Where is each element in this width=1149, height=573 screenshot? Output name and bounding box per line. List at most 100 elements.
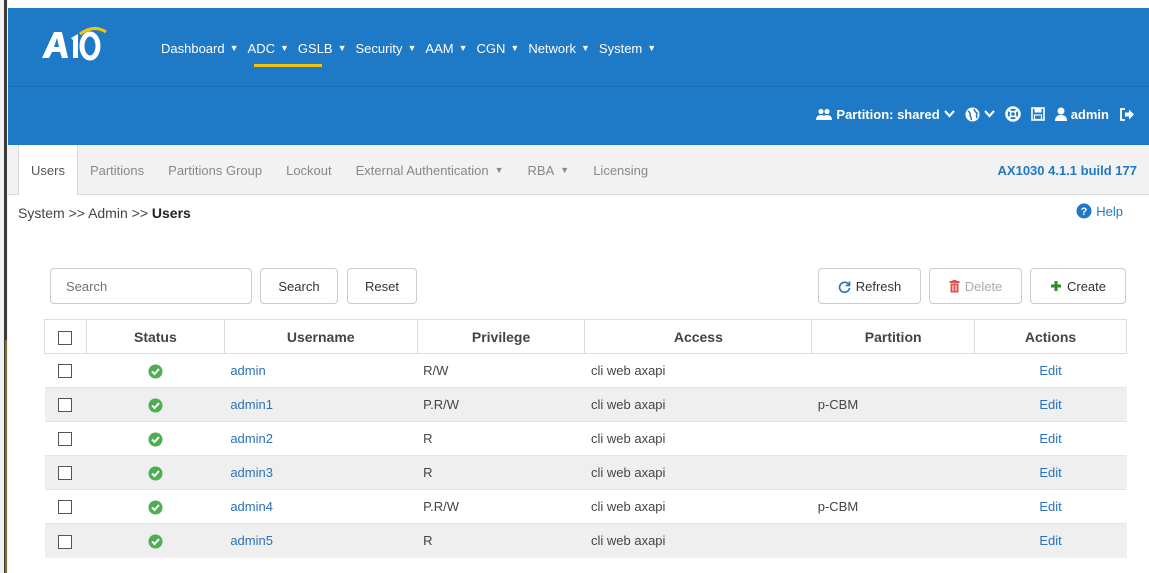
- breadcrumb-current: Users: [151, 205, 191, 221]
- privilege-cell: R: [417, 455, 585, 490]
- partition-selector[interactable]: Partition: shared: [816, 107, 955, 122]
- edit-link[interactable]: Edit: [1039, 533, 1061, 548]
- access-cell: cli web axapi: [584, 523, 812, 558]
- breadcrumb-separator: >>: [131, 205, 148, 221]
- logout-button[interactable]: [1119, 107, 1135, 121]
- actions-cell: Edit: [974, 455, 1127, 490]
- username-cell: admin1: [224, 387, 418, 422]
- row-checkbox[interactable]: [58, 398, 73, 413]
- status-cell: [86, 421, 225, 456]
- reset-button[interactable]: Reset: [347, 268, 417, 304]
- row-select-cell: [44, 353, 87, 388]
- nav-item-label: CGN: [476, 40, 506, 56]
- save-config-button[interactable]: [1030, 107, 1045, 121]
- privilege-cell: R/W: [417, 353, 585, 388]
- caret-down-icon: ▼: [458, 43, 468, 53]
- globe-icon: [965, 107, 980, 121]
- tab-label: RBA: [527, 162, 555, 178]
- caret-down-icon: ▼: [560, 165, 570, 175]
- edit-link[interactable]: Edit: [1039, 465, 1061, 480]
- tab-rba[interactable]: RBA ▼: [516, 145, 582, 195]
- privilege-cell: P.R/W: [417, 387, 585, 422]
- nav-item-security[interactable]: Security ▼: [356, 38, 426, 58]
- row-select-cell: [44, 421, 87, 456]
- delete-button[interactable]: Delete: [929, 268, 1022, 304]
- username-cell: admin: [224, 353, 418, 388]
- create-button[interactable]: Create: [1030, 268, 1126, 304]
- username-label: admin: [1070, 106, 1109, 122]
- access-cell: cli web axapi: [584, 455, 812, 490]
- a10-logo[interactable]: [38, 26, 108, 62]
- nav-item-adc[interactable]: ADC ▼: [248, 38, 298, 58]
- select-all-checkbox[interactable]: [58, 330, 73, 345]
- nav-item-system[interactable]: System ▼: [599, 38, 665, 58]
- caret-down-icon: ▼: [647, 43, 657, 53]
- nav-item-label: Network: [528, 40, 576, 56]
- tab-external-authentication[interactable]: External Authentication ▼: [344, 145, 516, 195]
- column-header-username[interactable]: Username: [223, 319, 418, 354]
- row-checkbox[interactable]: [58, 534, 73, 549]
- tab-label: Users: [31, 162, 65, 178]
- access-cell: cli web axapi: [584, 387, 812, 422]
- edit-link[interactable]: Edit: [1039, 431, 1061, 446]
- nav-item-dashboard[interactable]: Dashboard ▼: [161, 38, 248, 58]
- edit-link[interactable]: Edit: [1039, 397, 1061, 412]
- delete-button-label: Delete: [964, 278, 1003, 294]
- tab-users[interactable]: Users: [18, 145, 78, 195]
- username-link[interactable]: admin4: [230, 499, 273, 514]
- help-link[interactable]: ? Help: [1076, 203, 1123, 219]
- nav-item-gslb[interactable]: GSLB ▼: [298, 38, 356, 58]
- top-header: Dashboard ▼ ADC ▼ GSLB ▼ Security ▼ AAM ▼ CGN ▼ Netw…: [8, 8, 1149, 145]
- caret-down-icon: ▼: [581, 43, 590, 53]
- tab-partitions[interactable]: Partitions: [78, 145, 156, 195]
- breadcrumb-system[interactable]: System: [18, 205, 65, 221]
- username-link[interactable]: admin: [230, 363, 265, 378]
- username-link[interactable]: admin5: [230, 533, 273, 548]
- tab-licensing[interactable]: Licensing: [581, 145, 660, 195]
- user-menu[interactable]: admin: [1054, 106, 1109, 122]
- caret-down-icon: ▼: [494, 165, 504, 175]
- username-link[interactable]: admin3: [230, 465, 273, 480]
- language-selector[interactable]: [965, 107, 995, 122]
- privilege-cell: R: [417, 421, 585, 456]
- username-cell: admin4: [224, 489, 418, 524]
- username-link[interactable]: admin1: [230, 397, 273, 412]
- column-header-access[interactable]: Access: [584, 319, 813, 354]
- nav-item-label: ADC: [247, 40, 275, 56]
- column-header-status[interactable]: Status: [85, 319, 225, 354]
- tab-partitions-group[interactable]: Partitions Group: [156, 145, 274, 195]
- edit-link[interactable]: Edit: [1039, 499, 1061, 514]
- lifebuoy-icon: [1004, 106, 1021, 122]
- column-header-actions: Actions: [974, 319, 1127, 354]
- row-checkbox[interactable]: [58, 500, 73, 515]
- column-header-partition[interactable]: Partition: [811, 319, 976, 354]
- check-circle-icon: [148, 534, 163, 549]
- access-cell: cli web axapi: [584, 353, 812, 388]
- row-checkbox[interactable]: [58, 364, 73, 379]
- table-row: admin1 P.R/W cli web axapi p-CBM Edit: [44, 387, 1127, 422]
- nav-item-aam[interactable]: AAM ▼: [425, 38, 476, 58]
- tab-label: Partitions Group: [168, 162, 263, 178]
- row-checkbox[interactable]: [58, 432, 73, 447]
- users-icon: [816, 108, 833, 120]
- nav-item-network[interactable]: Network ▼: [528, 38, 599, 58]
- column-header-privilege[interactable]: Privilege: [416, 319, 586, 354]
- refresh-button[interactable]: Refresh: [818, 268, 921, 304]
- refresh-icon: [838, 280, 851, 293]
- table-row: admin4 P.R/W cli web axapi p-CBM Edit: [44, 489, 1127, 524]
- breadcrumb: System >> Admin >> Users: [18, 205, 191, 221]
- search-button[interactable]: Search: [260, 268, 338, 304]
- nav-item-label: System: [598, 40, 643, 56]
- users-table: Status Username Privilege Access Partiti…: [44, 319, 1127, 558]
- row-checkbox[interactable]: [58, 466, 73, 481]
- search-input[interactable]: [50, 268, 252, 304]
- partition-cell: [811, 353, 975, 388]
- caret-down-icon: ▼: [229, 43, 239, 53]
- partition-cell: p-CBM: [811, 387, 975, 422]
- breadcrumb-admin[interactable]: Admin: [88, 205, 128, 221]
- username-link[interactable]: admin2: [230, 431, 273, 446]
- nav-item-cgn[interactable]: CGN ▼: [477, 38, 529, 58]
- tab-lockout[interactable]: Lockout: [274, 145, 344, 195]
- support-button[interactable]: [1004, 106, 1021, 122]
- edit-link[interactable]: Edit: [1039, 363, 1061, 378]
